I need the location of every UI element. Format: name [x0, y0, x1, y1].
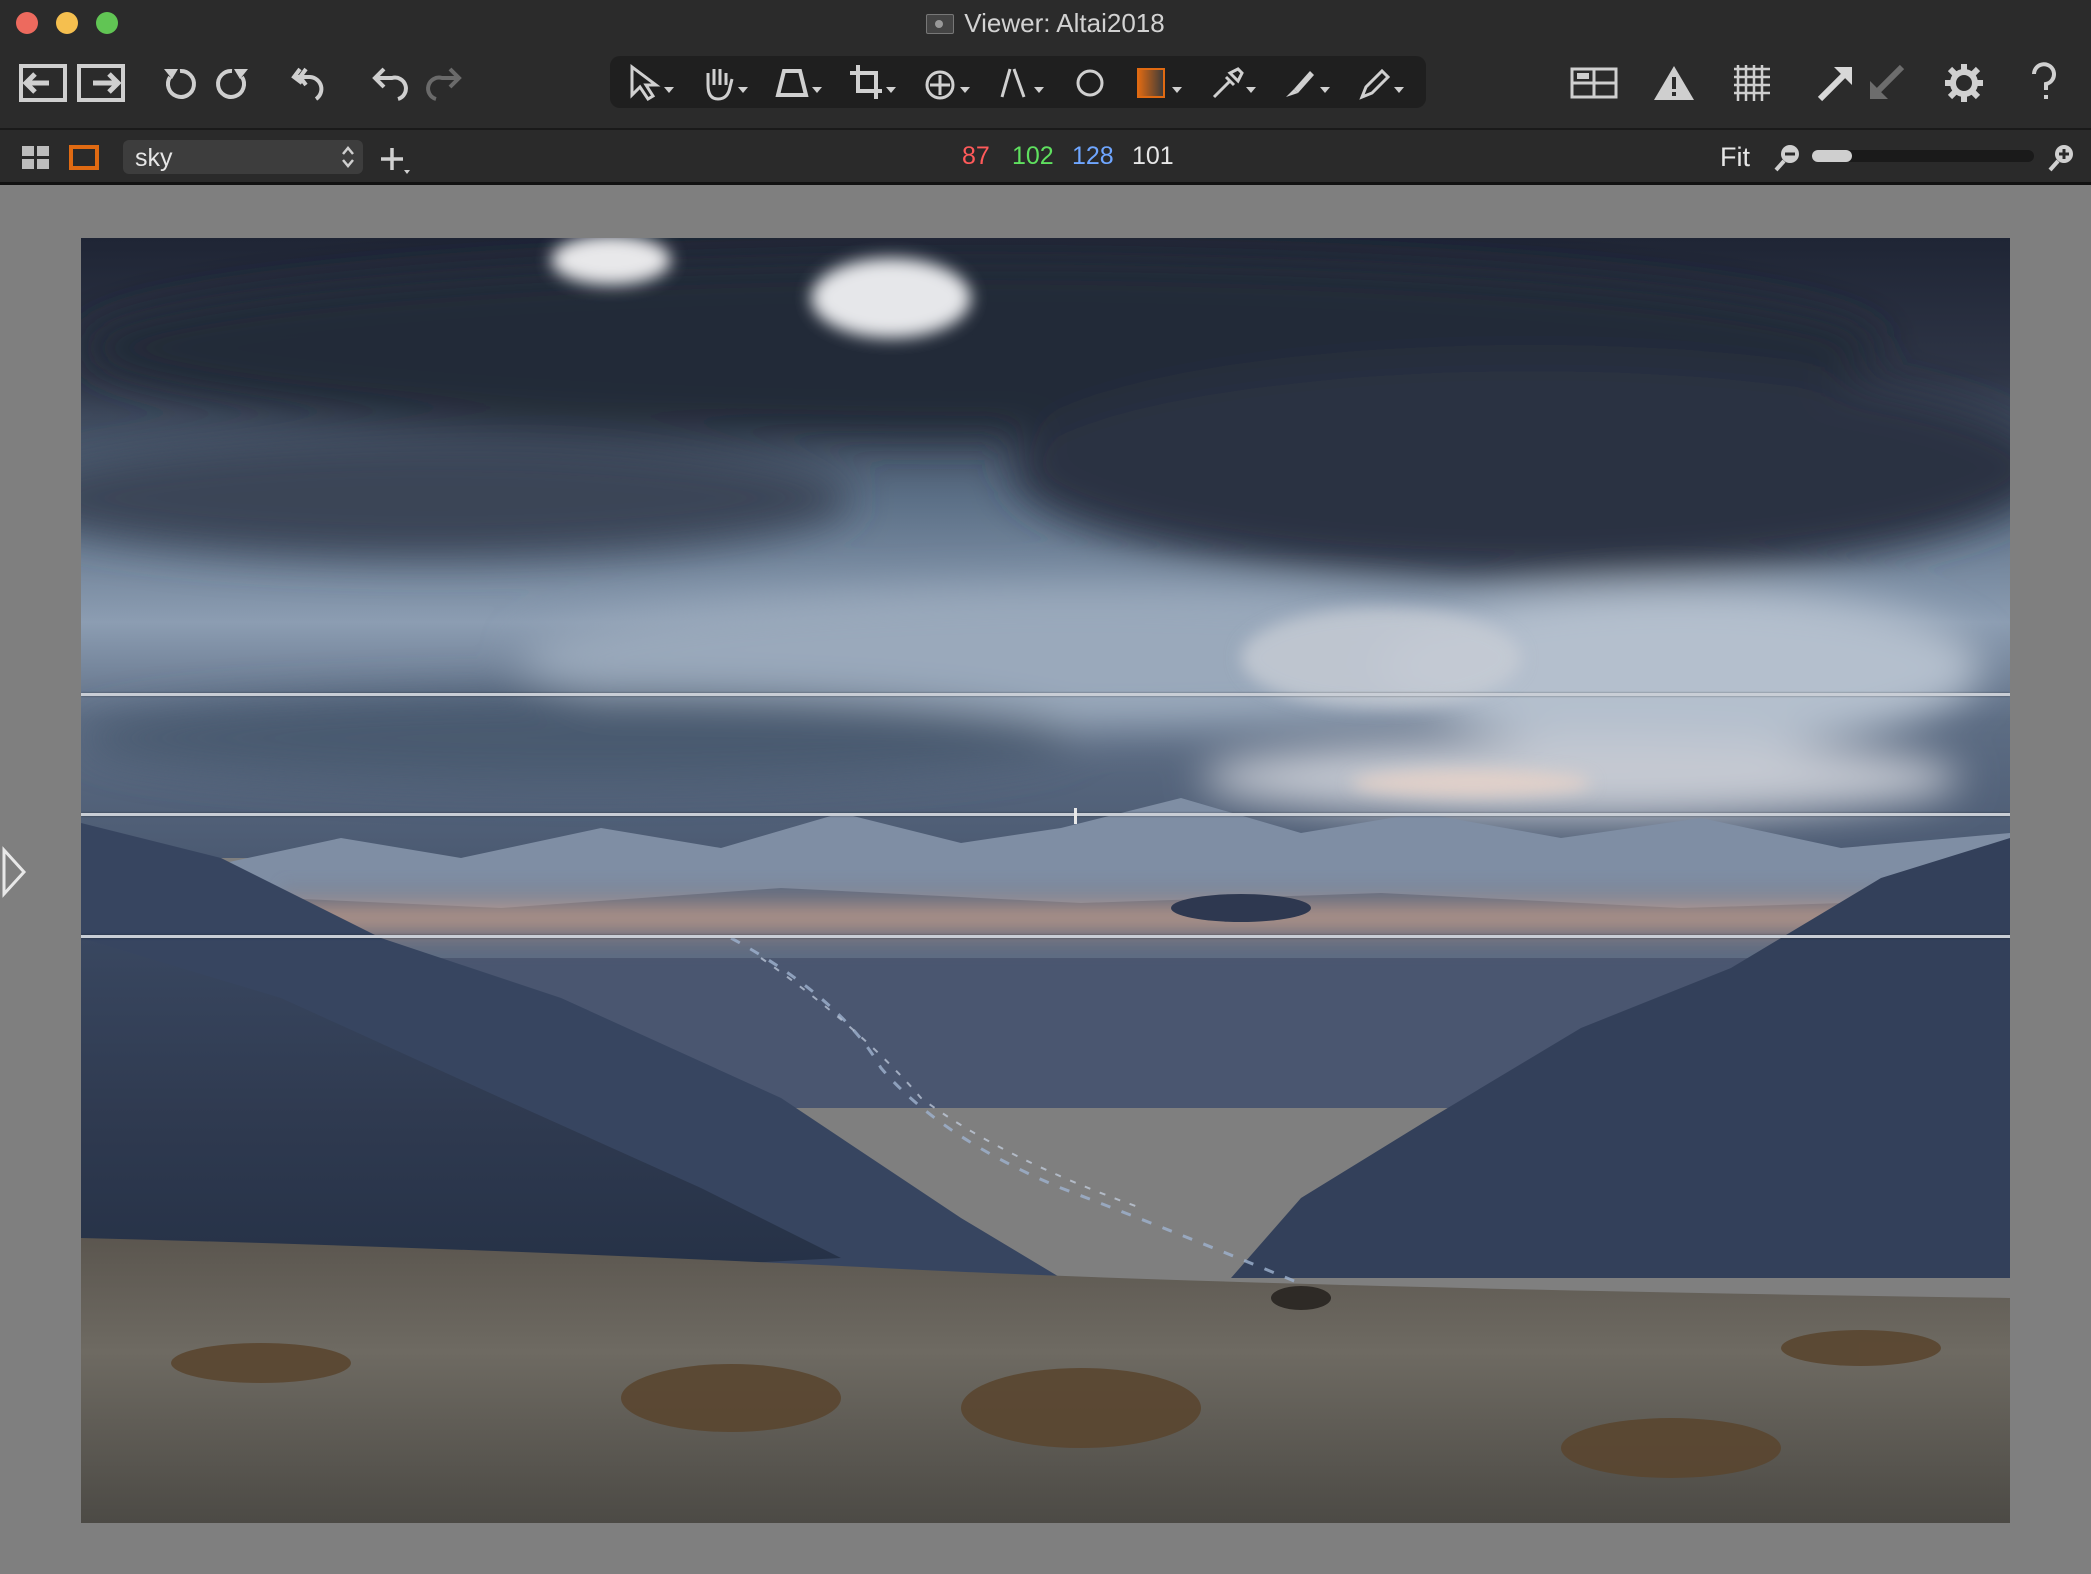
- expand-panel-triangle-icon: [2, 846, 27, 898]
- gradient-guide-top[interactable]: [81, 693, 2010, 696]
- brush-icon: [1286, 71, 1330, 97]
- undo-button[interactable]: [362, 58, 418, 108]
- compare-icon: [1570, 67, 1618, 99]
- viewer-image[interactable]: [81, 238, 2010, 1523]
- straighten-tool-icon: [1000, 68, 1044, 98]
- reset-icon: [291, 67, 324, 101]
- redo-button[interactable]: [416, 58, 472, 108]
- spot-tool-icon: [1076, 69, 1104, 97]
- zoom-in-icon: [2048, 145, 2073, 172]
- gradient-mask-icon: [1137, 68, 1182, 98]
- zoom-out-button[interactable]: [1772, 142, 1802, 177]
- pan-tool[interactable]: [698, 58, 754, 108]
- window-title: Viewer: Altai2018: [0, 6, 2091, 40]
- exposure-warning-icon: [1654, 66, 1694, 100]
- crop-tool[interactable]: [846, 58, 902, 108]
- document-icon: [926, 14, 955, 34]
- rotate-left-button[interactable]: [152, 58, 208, 108]
- show-tools-panel-button[interactable]: [0, 846, 30, 898]
- redo-icon: [426, 67, 462, 101]
- straighten-tool[interactable]: [994, 58, 1050, 108]
- brush-tool[interactable]: [1280, 58, 1336, 108]
- multi-view-button[interactable]: [20, 144, 52, 177]
- zoom-in-button[interactable]: [2046, 142, 2076, 177]
- export-icon: [77, 64, 125, 102]
- select-tool-icon: [630, 64, 674, 102]
- readout-red: 87: [962, 142, 990, 170]
- compare-button[interactable]: [1566, 58, 1622, 108]
- eraser-tool[interactable]: [1354, 58, 1410, 108]
- undo-icon: [372, 67, 408, 101]
- keystone-tool[interactable]: [772, 58, 828, 108]
- apply-adjustments-icon: [1870, 64, 1905, 99]
- grid-icon: [1734, 65, 1770, 101]
- zoom-fit-label[interactable]: Fit: [1720, 142, 1750, 173]
- crop-tool-icon: [850, 65, 896, 99]
- help-icon: [2032, 62, 2056, 99]
- single-view-icon: [69, 145, 99, 170]
- rotate-tool-icon: [925, 70, 970, 100]
- select-arrows-icon: [342, 146, 354, 168]
- apply-adjustments-button[interactable]: [1858, 58, 1914, 108]
- readout-green: 102: [1012, 142, 1054, 170]
- settings-gear-icon: [1945, 64, 1983, 102]
- color-picker-tool[interactable]: [1206, 58, 1262, 108]
- multi-view-grid-icon: [22, 146, 49, 169]
- export-button[interactable]: [74, 58, 130, 108]
- help-button[interactable]: [2016, 58, 2072, 108]
- pan-tool-icon: [706, 69, 748, 101]
- copy-adjustments-button[interactable]: [1808, 58, 1864, 108]
- import-button[interactable]: [16, 58, 72, 108]
- reset-button[interactable]: [282, 58, 338, 108]
- rotate-right-icon: [216, 68, 248, 99]
- zoom-out-icon: [1774, 145, 1799, 172]
- title-toolbar: Viewer: Altai2018: [0, 0, 2091, 128]
- import-icon: [19, 64, 67, 102]
- zoom-slider[interactable]: [1812, 150, 2034, 162]
- landscape-photo: [81, 238, 2010, 1523]
- copy-adjustments-icon: [1817, 67, 1852, 102]
- rotate-right-button[interactable]: [204, 58, 260, 108]
- rotate-left-icon: [164, 68, 196, 99]
- readout-luminance: 101: [1132, 142, 1174, 170]
- add-layer-button[interactable]: [378, 144, 412, 181]
- layer-select-value: sky: [135, 144, 173, 172]
- gradient-center-handle[interactable]: [1074, 808, 1077, 824]
- viewer-subbar: sky 87 102 128 101 Fit: [0, 128, 2091, 185]
- single-view-button[interactable]: [68, 144, 100, 177]
- keystone-tool-icon: [775, 69, 822, 97]
- select-tool[interactable]: [624, 58, 680, 108]
- gradient-guide-center[interactable]: [81, 813, 2010, 816]
- gradient-guide-bottom[interactable]: [81, 935, 2010, 938]
- spot-tool[interactable]: [1062, 58, 1118, 108]
- gradient-mask-tool[interactable]: [1132, 58, 1188, 108]
- grid-button[interactable]: [1724, 58, 1780, 108]
- readout-blue: 128: [1072, 142, 1114, 170]
- exposure-warning-button[interactable]: [1646, 58, 1702, 108]
- add-layer-plus-icon: [381, 148, 410, 174]
- zoom-slider-fill: [1812, 150, 1852, 162]
- layer-select[interactable]: sky: [123, 140, 363, 174]
- rotate-tool[interactable]: [920, 58, 976, 108]
- eraser-icon: [1359, 68, 1404, 100]
- settings-button[interactable]: [1936, 58, 1992, 108]
- color-picker-icon: [1212, 67, 1256, 99]
- window-title-text: Viewer: Altai2018: [964, 8, 1165, 38]
